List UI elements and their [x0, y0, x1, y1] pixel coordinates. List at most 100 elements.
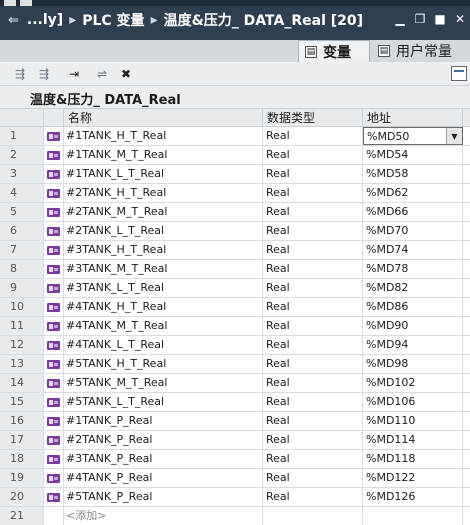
breadcrumb-plc-tags[interactable]: PLC 变量 — [82, 10, 144, 30]
close-icon[interactable]: ✕ — [454, 13, 466, 25]
tag-data-type[interactable]: Real≣ — [263, 127, 363, 145]
breadcrumb-project[interactable]: ...ly] — [27, 12, 63, 28]
tag-name[interactable]: #4TANK_H_T_Real — [64, 298, 263, 316]
tag-name[interactable]: #5TANK_L_T_Real — [64, 393, 263, 411]
chevron-down-icon[interactable]: ▼ — [446, 128, 462, 144]
header-extra[interactable] — [463, 109, 470, 127]
tag-name[interactable]: #2TANK_L_T_Real — [64, 222, 263, 240]
row-number[interactable]: 10 — [0, 298, 44, 316]
header-name[interactable]: 名称 — [64, 109, 263, 127]
tag-name[interactable]: #4TANK_L_T_Real — [64, 336, 263, 354]
table-row[interactable]: 3 #1TANK_L_T_Real Real %MD58 — [0, 165, 470, 184]
toggle-details-icon[interactable] — [451, 66, 467, 81]
tag-data-type[interactable]: Real — [263, 355, 363, 373]
tag-name[interactable]: #3TANK_H_T_Real — [64, 241, 263, 259]
tag-data-type[interactable]: Real — [263, 393, 363, 411]
export-icon[interactable]: ⇥ — [66, 67, 82, 81]
tag-name[interactable]: #3TANK_P_Real — [64, 450, 263, 468]
table-row[interactable]: 8 #3TANK_M_T_Real Real %MD78 — [0, 260, 470, 279]
tag-address[interactable]: %MD70 — [363, 222, 463, 240]
table-row[interactable]: 19 #4TANK_P_Real Real %MD122 — [0, 469, 470, 488]
row-number[interactable]: 11 — [0, 317, 44, 335]
tag-address[interactable]: %MD118 — [363, 450, 463, 468]
add-row[interactable]: 21 <添加> — [0, 507, 470, 525]
row-number[interactable]: 12 — [0, 336, 44, 354]
table-row[interactable]: 20 #5TANK_P_Real Real %MD126 — [0, 488, 470, 507]
tag-data-type[interactable]: Real — [263, 241, 363, 259]
table-row[interactable]: 17 #2TANK_P_Real Real %MD114 — [0, 431, 470, 450]
tag-address[interactable]: %MD82 — [363, 279, 463, 297]
row-number[interactable]: 9 — [0, 279, 44, 297]
add-row-icon[interactable]: ⇶ — [12, 67, 28, 81]
header-address[interactable]: 地址 — [363, 109, 463, 127]
table-row[interactable]: 14 #5TANK_M_T_Real Real %MD102 — [0, 374, 470, 393]
tag-data-type[interactable]: Real — [263, 431, 363, 449]
tag-name[interactable]: #4TANK_M_T_Real — [64, 317, 263, 335]
tag-name[interactable]: #1TANK_L_T_Real — [64, 165, 263, 183]
table-row[interactable]: 1 #1TANK_H_T_RealReal≣ %MD50 ▼ — [0, 127, 470, 146]
tag-address[interactable]: %MD122 — [363, 469, 463, 487]
table-row[interactable]: 4 #2TANK_H_T_Real Real %MD62 — [0, 184, 470, 203]
header-data-type[interactable]: 数据类型 — [263, 109, 363, 127]
tag-address[interactable]: %MD50 ▼ — [363, 127, 463, 145]
insert-row-icon[interactable]: ⇶ — [36, 67, 52, 81]
tag-name[interactable]: #3TANK_L_T_Real — [64, 279, 263, 297]
tag-address[interactable]: %MD62 — [363, 184, 463, 202]
tag-address[interactable]: %MD86 — [363, 298, 463, 316]
tag-address[interactable]: %MD54 — [363, 146, 463, 164]
tag-data-type[interactable]: Real — [263, 184, 363, 202]
tag-address[interactable]: %MD66 — [363, 203, 463, 221]
tag-data-type[interactable]: Real — [263, 260, 363, 278]
tag-data-type[interactable]: Real — [263, 146, 363, 164]
tag-address[interactable]: %MD58 — [363, 165, 463, 183]
row-number[interactable]: 14 — [0, 374, 44, 392]
breadcrumb-chevron-icon[interactable]: ⇐ — [8, 13, 19, 28]
row-number[interactable]: 6 — [0, 222, 44, 240]
tag-name[interactable]: #2TANK_H_T_Real — [64, 184, 263, 202]
table-row[interactable]: 2 #1TANK_M_T_Real Real %MD54 — [0, 146, 470, 165]
tag-data-type[interactable]: Real — [263, 488, 363, 506]
tag-name[interactable]: #2TANK_M_T_Real — [64, 203, 263, 221]
row-number[interactable]: 20 — [0, 488, 44, 506]
tag-name[interactable]: #3TANK_M_T_Real — [64, 260, 263, 278]
tag-data-type[interactable]: Real — [263, 469, 363, 487]
table-row[interactable]: 5 #2TANK_M_T_Real Real %MD66 — [0, 203, 470, 222]
table-row[interactable]: 18 #3TANK_P_Real Real %MD118 — [0, 450, 470, 469]
row-number[interactable]: 4 — [0, 184, 44, 202]
tag-address[interactable]: %MD106 — [363, 393, 463, 411]
row-number[interactable]: 7 — [0, 241, 44, 259]
tag-data-type[interactable]: Real — [263, 279, 363, 297]
row-number[interactable]: 16 — [0, 412, 44, 430]
table-row[interactable]: 10 #4TANK_H_T_Real Real %MD86 — [0, 298, 470, 317]
tag-address[interactable]: %MD126 — [363, 488, 463, 506]
tag-name[interactable]: #5TANK_H_T_Real — [64, 355, 263, 373]
tag-address[interactable]: %MD98 — [363, 355, 463, 373]
tab-variables[interactable]: ▤ 变量 — [298, 40, 370, 62]
tag-name[interactable]: #1TANK_M_T_Real — [64, 146, 263, 164]
table-row[interactable]: 12 #4TANK_L_T_Real Real %MD94 — [0, 336, 470, 355]
tag-data-type[interactable]: Real — [263, 222, 363, 240]
row-number[interactable]: 19 — [0, 469, 44, 487]
table-row[interactable]: 11 #4TANK_M_T_Real Real %MD90 — [0, 317, 470, 336]
row-number[interactable]: 17 — [0, 431, 44, 449]
table-row[interactable]: 7 #3TANK_H_T_Real Real %MD74 — [0, 241, 470, 260]
row-number[interactable]: 8 — [0, 260, 44, 278]
tab-user-constants[interactable]: ▤ 用户常量 — [372, 40, 470, 62]
tag-name[interactable]: #1TANK_P_Real — [64, 412, 263, 430]
tag-data-type[interactable]: Real — [263, 165, 363, 183]
table-row[interactable]: 13 #5TANK_H_T_Real Real %MD98 — [0, 355, 470, 374]
tag-name[interactable]: #5TANK_P_Real — [64, 488, 263, 506]
tag-address[interactable]: %MD90 — [363, 317, 463, 335]
tag-data-type[interactable]: Real — [263, 203, 363, 221]
tag-name[interactable]: #4TANK_P_Real — [64, 469, 263, 487]
maximize-icon[interactable]: ■ — [434, 13, 446, 25]
monitor-icon[interactable]: ⇌ — [94, 67, 110, 81]
row-number[interactable]: 2 — [0, 146, 44, 164]
row-number[interactable]: 1 — [0, 127, 44, 145]
row-number[interactable]: 18 — [0, 450, 44, 468]
tag-address[interactable]: %MD102 — [363, 374, 463, 392]
row-number[interactable]: 15 — [0, 393, 44, 411]
restore-icon[interactable]: ❐ — [414, 13, 426, 25]
tag-data-type[interactable]: Real — [263, 317, 363, 335]
tag-address[interactable]: %MD78 — [363, 260, 463, 278]
